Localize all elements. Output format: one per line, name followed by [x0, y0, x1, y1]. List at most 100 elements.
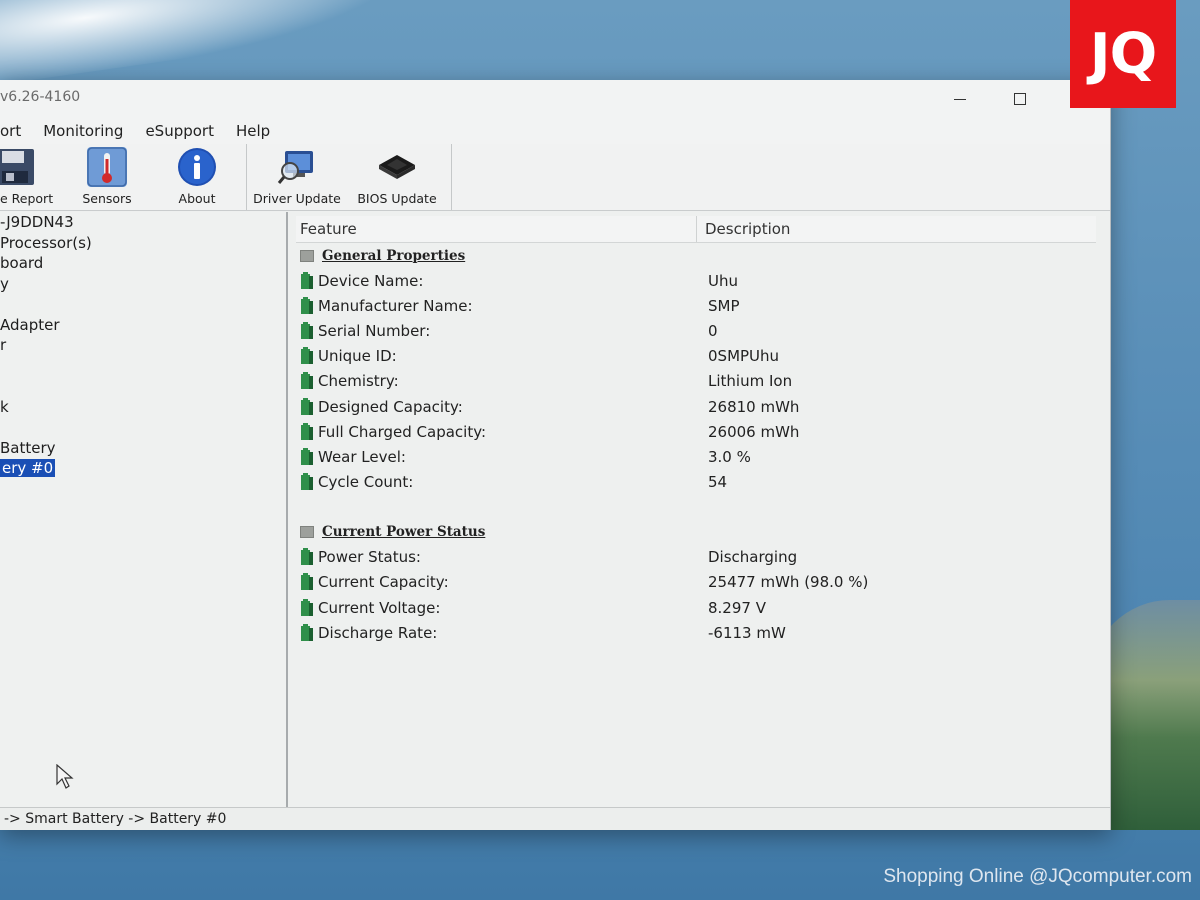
- tree-item[interactable]: Adapter: [0, 315, 286, 336]
- table-row[interactable]: Full Charged Capacity: 26006 mWh: [288, 419, 1110, 444]
- section-general-properties: General Properties: [300, 243, 1110, 268]
- table-row[interactable]: Current Capacity: 25477 mWh (98.0 %): [288, 570, 1110, 595]
- app-window: v6.26-4160 ✕ ort Monitoring eSupport Hel…: [0, 80, 1111, 830]
- section-title: General Properties: [322, 247, 466, 264]
- table-row[interactable]: Power Status: Discharging: [288, 545, 1110, 570]
- menu-help[interactable]: Help: [236, 122, 282, 140]
- tree-item[interactable]: [0, 417, 286, 438]
- menu-report[interactable]: ort: [0, 122, 33, 140]
- tree-item[interactable]: y: [0, 274, 286, 295]
- feature-label: Device Name:: [318, 271, 424, 290]
- table-row[interactable]: Chemistry: Lithium Ion: [288, 369, 1110, 394]
- battery-icon: [301, 397, 313, 415]
- table-row[interactable]: Discharge Rate: -6113 mW: [288, 620, 1110, 645]
- feature-value: Uhu: [708, 271, 738, 290]
- tree-item[interactable]: -J9DDN43: [0, 212, 286, 233]
- toolbar-group-update: Driver Update BIOS Update: [247, 144, 452, 210]
- battery-icon: [301, 598, 313, 616]
- battery-icon: [301, 296, 313, 314]
- main-content: -J9DDN43 Processor(s) board y Adapter r …: [0, 212, 1110, 808]
- menu-bar: ort Monitoring eSupport Help: [0, 118, 1110, 144]
- feature-value: 26006 mWh: [708, 422, 800, 441]
- feature-label: Serial Number:: [318, 321, 431, 340]
- feature-value: Discharging: [708, 548, 798, 567]
- tree-item-battery-0[interactable]: ery #0: [0, 458, 286, 479]
- section-title: Current Power Status: [322, 524, 486, 541]
- screen-glare: [0, 0, 385, 89]
- table-row[interactable]: Device Name: Uhu: [288, 268, 1110, 293]
- section-bullet-icon: [300, 526, 314, 539]
- save-report-button[interactable]: e Report: [0, 144, 62, 210]
- minimize-button[interactable]: [930, 80, 990, 118]
- floppy-disk-icon: [0, 147, 40, 187]
- sensors-button[interactable]: Sensors: [62, 144, 152, 210]
- tree-item-smart-battery[interactable]: Battery: [0, 438, 286, 459]
- bios-update-button[interactable]: BIOS Update: [347, 144, 447, 210]
- feature-value: Lithium Ion: [708, 372, 793, 391]
- battery-icon: [301, 271, 313, 289]
- chip-icon: [377, 147, 417, 187]
- tree-item[interactable]: board: [0, 253, 286, 274]
- feature-label: Chemistry:: [318, 372, 399, 391]
- logo-text: JQ: [1089, 21, 1157, 87]
- tree-item[interactable]: [0, 356, 286, 377]
- feature-value: 54: [708, 473, 728, 492]
- save-report-label: e Report: [0, 191, 54, 206]
- about-label: About: [178, 191, 216, 206]
- battery-icon: [301, 623, 313, 641]
- driver-update-label: Driver Update: [253, 191, 341, 206]
- feature-label: Power Status:: [318, 548, 421, 567]
- title-bar[interactable]: v6.26-4160 ✕: [0, 80, 1110, 118]
- mouse-pointer-icon: [56, 763, 74, 794]
- status-path: -> Smart Battery -> Battery #0: [4, 811, 227, 827]
- toolbar-group-main: e Report Sensors About: [0, 144, 247, 210]
- about-button[interactable]: About: [152, 144, 242, 210]
- column-header-feature[interactable]: Feature: [296, 216, 697, 242]
- tree-item[interactable]: k: [0, 397, 286, 418]
- feature-label: Discharge Rate:: [318, 623, 438, 642]
- feature-label: Manufacturer Name:: [318, 296, 473, 315]
- driver-update-button[interactable]: Driver Update: [247, 144, 347, 210]
- battery-icon: [301, 447, 313, 465]
- maximize-button[interactable]: [990, 80, 1050, 118]
- menu-esupport[interactable]: eSupport: [145, 122, 226, 140]
- section-current-power-status: Current Power Status: [300, 520, 1110, 545]
- feature-value: 26810 mWh: [708, 397, 800, 416]
- monitor-magnifier-icon: [277, 147, 317, 187]
- tree-item[interactable]: [0, 294, 286, 315]
- jq-logo: JQ: [1070, 0, 1176, 108]
- sensors-label: Sensors: [82, 191, 132, 206]
- tree-item[interactable]: [0, 376, 286, 397]
- menu-monitoring[interactable]: Monitoring: [43, 122, 135, 140]
- feature-label: Current Voltage:: [318, 598, 441, 617]
- minimize-icon: [954, 98, 966, 100]
- feature-label: Current Capacity:: [318, 573, 449, 592]
- feature-label: Cycle Count:: [318, 473, 414, 492]
- table-row[interactable]: Designed Capacity: 26810 mWh: [288, 394, 1110, 419]
- column-header-description[interactable]: Description: [697, 220, 790, 238]
- feature-label: Wear Level:: [318, 447, 406, 466]
- table-row[interactable]: Current Voltage: 8.297 V: [288, 595, 1110, 620]
- tree-item[interactable]: Processor(s): [0, 233, 286, 254]
- status-bar: -> Smart Battery -> Battery #0: [0, 807, 1110, 830]
- table-row[interactable]: Cycle Count: 54: [288, 470, 1110, 495]
- table-row[interactable]: Unique ID: 0SMPUhu: [288, 344, 1110, 369]
- feature-value: 25477 mWh (98.0 %): [708, 573, 869, 592]
- table-row[interactable]: Manufacturer Name: SMP: [288, 293, 1110, 318]
- table-row[interactable]: Wear Level: 3.0 %: [288, 444, 1110, 469]
- feature-value: SMP: [708, 296, 740, 315]
- tree-item[interactable]: r: [0, 335, 286, 356]
- feature-value: 0SMPUhu: [708, 347, 780, 366]
- feature-value: 3.0 %: [708, 447, 751, 466]
- feature-label: Unique ID:: [318, 347, 397, 366]
- feature-value: 0: [708, 321, 718, 340]
- maximize-icon: [1014, 93, 1026, 105]
- feature-label: Full Charged Capacity:: [318, 422, 487, 441]
- battery-icon: [301, 473, 313, 491]
- feature-value: 8.297 V: [708, 598, 766, 617]
- table-row[interactable]: Serial Number: 0: [288, 318, 1110, 343]
- device-tree[interactable]: -J9DDN43 Processor(s) board y Adapter r …: [0, 212, 288, 808]
- battery-icon: [301, 422, 313, 440]
- feature-label: Designed Capacity:: [318, 397, 463, 416]
